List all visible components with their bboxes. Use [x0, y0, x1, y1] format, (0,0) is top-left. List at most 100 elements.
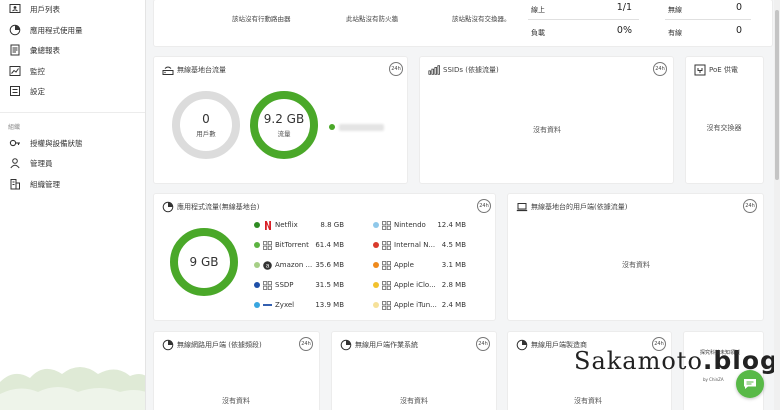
load-value: 0% — [616, 25, 632, 36]
apps-grid-icon — [382, 240, 391, 250]
sidebar: 用戶列表 應用程式使用量 彙總報表 監控 設定 組織 授權與設備狀態 管理員 組… — [0, 0, 146, 410]
time-range-badge[interactable]: 24h — [477, 199, 491, 213]
admin-icon — [8, 157, 21, 170]
app-traffic-value: 35.6 MB — [315, 261, 344, 269]
user-list-icon — [8, 3, 21, 16]
sidebar-item-label: 監控 — [30, 66, 45, 76]
sidebar-item-label: 管理員 — [30, 158, 53, 168]
pie-chart-icon — [340, 339, 352, 351]
legend-dot — [373, 262, 379, 268]
amazon-icon: a — [263, 260, 272, 270]
time-range-badge[interactable]: 24h — [299, 337, 313, 351]
time-range-badge[interactable]: 24h — [743, 199, 757, 213]
sidebar-item-license[interactable]: 授權與設備狀態 — [8, 135, 83, 151]
card-title-text: SSIDs (依據流量) — [443, 66, 499, 74]
card-title-text: PoE 供電 — [709, 66, 738, 74]
cloud-decoration — [0, 367, 145, 410]
scrollbar-thumb[interactable] — [775, 10, 779, 180]
app-name: Nintendo — [394, 221, 426, 229]
watermark-byline: by ChinZA — [703, 377, 724, 382]
time-range-badge[interactable]: 24h — [653, 62, 667, 76]
sidebar-section-label: 組織 — [8, 124, 21, 131]
chat-button[interactable] — [736, 370, 764, 398]
sidebar-item-admins[interactable]: 管理員 — [8, 155, 53, 171]
chat-icon — [744, 379, 756, 389]
card-title: 無線基地台流量 — [162, 64, 226, 76]
legend-dot — [254, 262, 260, 268]
poe-card: PoE 供電 沒有交換器 — [686, 57, 763, 183]
legend-dot — [373, 282, 379, 288]
wireless-clients-band-card: 無線網路用戶端 (依據頻段) 24h 沒有資料 — [154, 332, 319, 410]
card-title: 無線基地台的用戶端(依據流量) — [516, 201, 627, 213]
site-status-card: 該站沒有行動路由器 此站點沒有防火牆 該站點沒有交換器。 線上 1/1 負載 0… — [154, 0, 772, 46]
legend-dot — [373, 242, 379, 248]
sidebar-item-label: 組織管理 — [30, 179, 60, 189]
card-title-text: 無線網路用戶端 (依據頻段) — [177, 341, 262, 349]
legend-dot — [373, 302, 379, 308]
ssids-card: SSIDs (依據流量) 24h 沒有資料 — [420, 57, 673, 183]
legend-dot — [254, 222, 260, 228]
scrollbar[interactable] — [774, 0, 780, 410]
sidebar-item-monitor[interactable]: 監控 — [8, 63, 45, 79]
card-title-text: 無線用戶端作業系統 — [355, 341, 418, 349]
app-row[interactable]: Zyxel — [254, 299, 294, 311]
time-range-badge[interactable]: 24h — [389, 62, 403, 76]
sidebar-item-label: 授權與設備狀態 — [30, 138, 83, 148]
sidebar-item-settings[interactable]: 設定 — [8, 83, 45, 99]
key-icon — [8, 137, 21, 150]
traffic-label: 流量 — [277, 130, 291, 138]
time-range-badge[interactable]: 24h — [476, 337, 490, 351]
no-data-text: 沒有資料 — [574, 397, 602, 405]
wired-value: 0 — [735, 25, 742, 36]
monitor-chart-icon — [8, 65, 21, 78]
apps-grid-icon — [382, 220, 391, 230]
app-name: SSDP — [275, 281, 294, 289]
building-icon — [8, 178, 21, 191]
sidebar-item-app-usage[interactable]: 應用程式使用量 — [8, 22, 83, 38]
no-switch-text: 該站點沒有交換器。 — [452, 15, 511, 23]
app-row[interactable]: Netflix — [254, 219, 298, 231]
apps-grid-icon — [263, 240, 272, 250]
app-name: Netflix — [275, 221, 298, 229]
traffic-ring: 9.2 GB 流量 — [250, 91, 318, 159]
online-value: 1/1 — [616, 2, 632, 13]
pie-chart-icon — [516, 339, 528, 351]
legend-dot — [254, 302, 260, 308]
no-data-text: 沒有資料 — [533, 126, 561, 134]
signal-bars-icon — [428, 64, 440, 76]
no-data-text: 沒有資料 — [400, 397, 428, 405]
stat-divider — [528, 19, 639, 20]
no-data-text: 沒有資料 — [222, 397, 250, 405]
card-title: PoE 供電 — [694, 64, 738, 76]
app-row[interactable]: BitTorrent — [254, 239, 309, 251]
sidebar-item-org-management[interactable]: 組織管理 — [8, 176, 60, 192]
sidebar-item-label: 彙總報表 — [30, 45, 60, 55]
app-row[interactable]: Apple — [373, 259, 414, 271]
sidebar-item-summary-report[interactable]: 彙總報表 — [8, 42, 60, 58]
pie-chart-icon — [162, 201, 174, 213]
settings-list-icon — [8, 85, 21, 98]
laptop-icon — [516, 201, 528, 213]
app-traffic-value: 4.5 MB — [441, 241, 466, 249]
zyxel-icon — [263, 301, 272, 310]
app-row[interactable]: Nintendo — [373, 219, 426, 231]
netflix-icon — [263, 220, 272, 230]
sidebar-item-user-list[interactable]: 用戶列表 — [8, 1, 60, 17]
apps-grid-icon — [382, 280, 391, 290]
no-data-text: 沒有資料 — [622, 261, 650, 269]
card-title-text: 應用程式流量(無線基地台) — [177, 203, 260, 211]
online-label: 線上 — [531, 6, 545, 14]
app-name: Apple — [394, 261, 414, 269]
app-traffic-value: 61.4 MB — [315, 241, 344, 249]
access-point-icon — [162, 64, 174, 76]
sidebar-item-label: 應用程式使用量 — [30, 25, 83, 35]
wireless-os-card: 無線用戶端作業系統 24h 沒有資料 — [332, 332, 496, 410]
users-ring: 0 用戶數 — [172, 91, 240, 159]
legend-dot — [254, 282, 260, 288]
card-title-text: 無線基地台流量 — [177, 66, 226, 74]
app-traffic-value: 31.5 MB — [315, 281, 344, 289]
traffic-value: 9.2 GB — [263, 112, 305, 126]
wireless-label: 無線 — [668, 6, 682, 14]
app-total-ring: 9 GB — [170, 228, 238, 296]
app-row[interactable]: SSDP — [254, 279, 294, 291]
